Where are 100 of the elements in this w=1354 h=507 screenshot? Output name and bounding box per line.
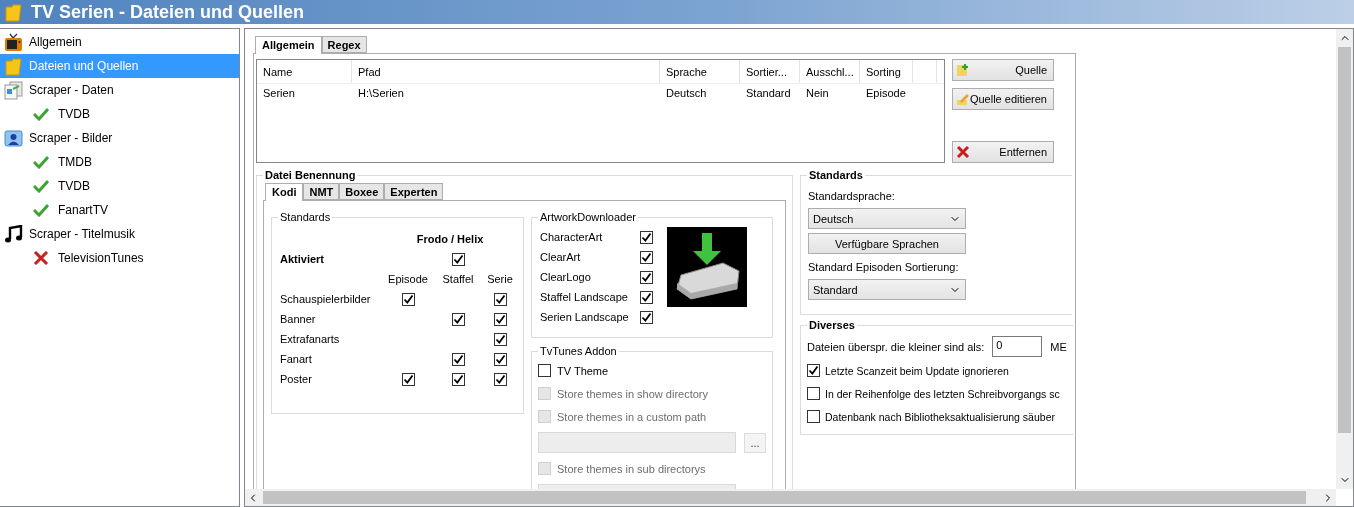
tab[interactable]: Allgemein — [255, 36, 322, 54]
option-label: CharacterArt — [540, 231, 604, 243]
group-title: Datei Benennung — [264, 169, 357, 181]
group-title: TvTunes Addon — [539, 345, 618, 357]
option-label: Extrafanarts — [280, 333, 340, 345]
vertical-scrollbar[interactable] — [1336, 29, 1353, 489]
option-label: TV Theme — [557, 364, 609, 377]
checkmark-icon — [33, 155, 49, 169]
documents-icon — [4, 80, 23, 100]
group-title: Standards — [808, 169, 864, 181]
source-button[interactable]: Quelle editieren — [952, 88, 1054, 110]
sidebar-item[interactable]: Scraper - Bilder — [0, 126, 239, 150]
option-label: Store themes in a custom path — [557, 410, 707, 423]
sidebar-item[interactable]: FanartTV — [0, 198, 239, 222]
window-title: TV Serien - Dateien und Quellen — [31, 1, 305, 23]
table-cell-text: Standard — [745, 87, 792, 99]
checkbox[interactable] — [493, 292, 507, 306]
option-label: ClearArt — [540, 251, 582, 263]
column-label: Episode — [388, 273, 428, 285]
option-label: Fanart — [280, 353, 312, 365]
sidebar-item[interactable]: Scraper - Titelmusik — [0, 222, 239, 246]
sidebar-item[interactable]: TelevisionTunes — [0, 246, 239, 270]
checkbox[interactable] — [640, 270, 653, 284]
checkmark-icon — [33, 107, 49, 121]
tab[interactable]: Boxee — [339, 183, 385, 200]
checkbox[interactable] — [640, 250, 653, 264]
tab[interactable]: Regex — [321, 36, 367, 53]
checkbox[interactable] — [451, 252, 465, 266]
checkbox[interactable] — [451, 352, 465, 366]
checkbox[interactable] — [493, 312, 507, 326]
checkbox[interactable] — [538, 364, 551, 377]
source-button[interactable]: Quelle — [952, 59, 1054, 81]
column-header[interactable]: Sorting — [860, 60, 913, 83]
checkmark-icon — [33, 179, 49, 193]
option-label: Aktiviert — [280, 253, 325, 265]
add-icon — [956, 63, 970, 77]
table-cell-text: Deutsch — [665, 87, 708, 99]
column-header[interactable]: Ausschl... — [800, 60, 860, 83]
column-label: Staffel — [442, 273, 474, 285]
option-label: Letzte Scanzeit beim Update ignorieren — [825, 364, 1009, 377]
cross-icon — [956, 145, 970, 159]
unit-label: ME — [1050, 340, 1067, 353]
sidebar-item[interactable]: TMDB — [0, 150, 239, 174]
checkbox[interactable] — [451, 312, 465, 326]
source-button[interactable]: Entfernen — [952, 141, 1054, 163]
field-label: Dateien überspr. die kleiner sind als: — [807, 340, 985, 353]
option-label: ClearLogo — [540, 271, 592, 283]
option-label: Serien Landscape — [540, 311, 630, 323]
scrollbar-thumb[interactable] — [1338, 47, 1351, 433]
languages-button[interactable]: Verfügbare Sprachen — [808, 233, 966, 254]
language-dropdown[interactable]: Deutsch — [808, 208, 966, 229]
option-label: Poster — [280, 373, 312, 385]
checkbox[interactable] — [451, 372, 465, 386]
horizontal-scrollbar[interactable] — [245, 489, 1336, 506]
option-label: Schauspielerbilder — [280, 293, 371, 305]
table-cell-text: Nein — [805, 87, 830, 99]
checkbox[interactable] — [401, 372, 415, 386]
checkbox[interactable] — [493, 332, 507, 346]
group-title: Standards — [279, 211, 332, 223]
checkbox[interactable] — [401, 292, 415, 306]
sidebar-item[interactable]: Allgemein — [0, 30, 239, 54]
scrollbar-thumb[interactable] — [263, 491, 1306, 504]
column-header[interactable]: Name — [257, 60, 352, 83]
checkbox[interactable] — [640, 230, 653, 244]
option-label: Store themes in show directory — [557, 387, 708, 400]
tab[interactable]: Experten — [384, 183, 444, 200]
column-header[interactable]: Pfad — [352, 60, 660, 83]
tab[interactable]: Kodi — [265, 183, 304, 201]
field-label: Standard Episoden Sortierung: — [808, 259, 959, 275]
tab[interactable]: NMT — [303, 183, 340, 200]
option-label: In der Reihenfolge des letzten Schreibvorgangs sc — [825, 387, 1060, 400]
checkbox[interactable] — [640, 290, 653, 304]
sorting-dropdown[interactable]: Standard — [808, 279, 966, 300]
checkbox[interactable] — [807, 410, 820, 423]
column-label: Serie — [487, 273, 513, 285]
checkmark-icon — [33, 203, 49, 217]
sidebar-item[interactable]: TVDB — [0, 102, 239, 126]
checkbox[interactable] — [493, 352, 507, 366]
option-label: Banner — [280, 313, 316, 325]
cross-icon — [33, 251, 49, 265]
checkbox[interactable] — [640, 310, 653, 324]
checkbox[interactable] — [807, 364, 820, 377]
music-note-icon — [4, 224, 23, 244]
checkbox[interactable] — [493, 372, 507, 386]
sidebar-item[interactable]: Scraper - Daten — [0, 78, 239, 102]
pencil-icon — [956, 92, 970, 106]
folder-icon — [4, 56, 23, 76]
sidebar-item[interactable]: TVDB — [0, 174, 239, 198]
tv-icon — [4, 32, 23, 52]
column-header[interactable]: Sortier... — [740, 60, 800, 83]
column-header[interactable]: Sprache — [660, 60, 740, 83]
folder-icon — [4, 2, 23, 22]
size-field[interactable]: 0 — [992, 336, 1043, 357]
table-cell-text: H:\Serien — [357, 87, 405, 99]
table-cell-text: Serien — [262, 87, 296, 99]
option-label: Staffel Landscape — [540, 291, 629, 303]
option-label: Datenbank nach Bibliotheksaktualisierung säuber — [825, 410, 1055, 423]
option-label: Store themes in sub directorys — [557, 462, 706, 475]
checkbox[interactable] — [807, 387, 820, 400]
table-cell-text: Episode — [865, 87, 907, 99]
